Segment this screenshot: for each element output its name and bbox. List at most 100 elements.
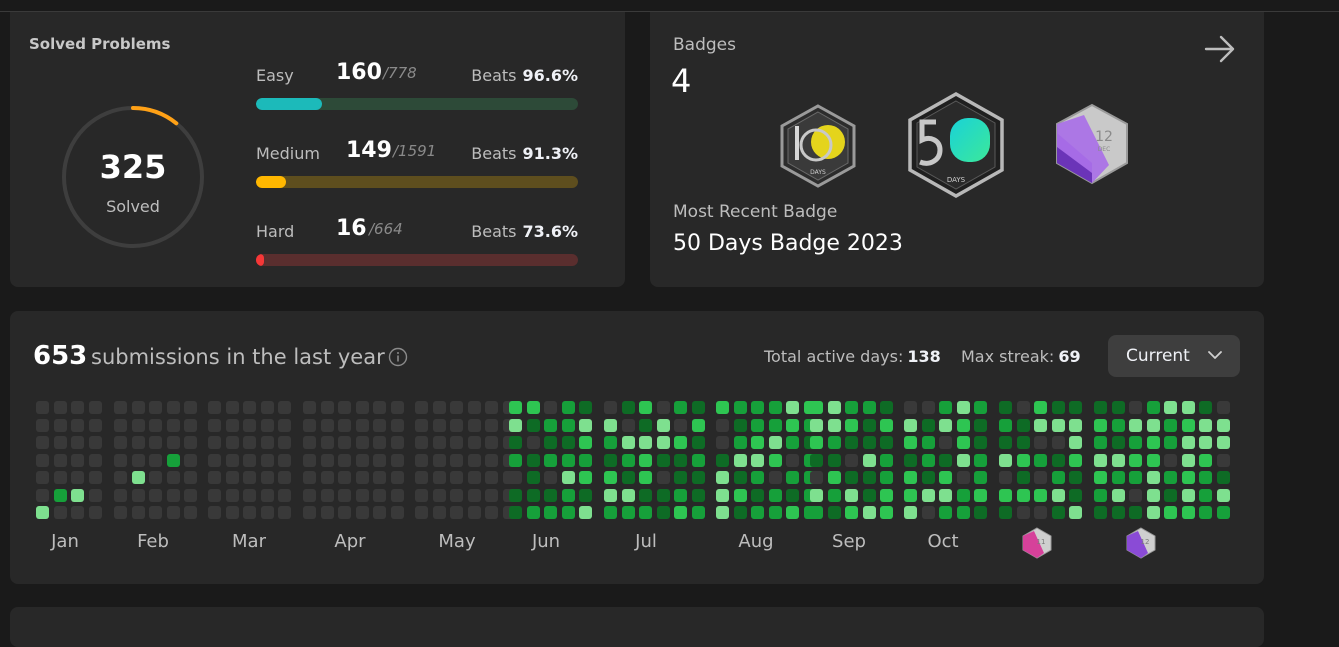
heatmap-cell[interactable] bbox=[71, 506, 84, 519]
heatmap-cell[interactable] bbox=[786, 488, 799, 502]
heatmap-cell[interactable] bbox=[1034, 401, 1047, 414]
heatmap-cell[interactable] bbox=[53, 488, 67, 502]
heatmap-cell[interactable] bbox=[166, 401, 180, 414]
heatmap-cell[interactable] bbox=[561, 418, 575, 432]
heatmap-cell[interactable] bbox=[691, 506, 705, 519]
heatmap-cell[interactable] bbox=[1034, 436, 1047, 449]
heatmap-cell[interactable] bbox=[1216, 506, 1230, 519]
heatmap-cell[interactable] bbox=[1216, 436, 1230, 449]
heatmap-cell[interactable] bbox=[373, 436, 386, 449]
heatmap-cell[interactable] bbox=[355, 436, 369, 449]
heatmap-cell[interactable] bbox=[880, 418, 893, 432]
heatmap-cell[interactable] bbox=[1111, 436, 1125, 449]
heatmap-cell[interactable] bbox=[184, 436, 197, 449]
heatmap-cell[interactable] bbox=[1146, 471, 1160, 484]
heatmap-cell[interactable] bbox=[904, 401, 917, 414]
heatmap-cell[interactable] bbox=[810, 506, 823, 519]
heatmap-cell[interactable] bbox=[243, 471, 256, 484]
heatmap-cell[interactable] bbox=[827, 418, 841, 432]
heatmap-cell[interactable] bbox=[88, 418, 102, 432]
heatmap-cell[interactable] bbox=[166, 453, 180, 467]
heatmap-cell[interactable] bbox=[1129, 436, 1142, 449]
heatmap-cell[interactable] bbox=[639, 436, 652, 449]
heatmap-cell[interactable] bbox=[355, 453, 369, 467]
heatmap-cell[interactable] bbox=[674, 488, 687, 502]
heatmap-cell[interactable] bbox=[921, 471, 935, 484]
heatmap-cell[interactable] bbox=[904, 488, 917, 502]
heatmap-cell[interactable] bbox=[751, 418, 764, 432]
heatmap-cell[interactable] bbox=[450, 506, 463, 519]
heatmap-cell[interactable] bbox=[862, 453, 876, 467]
heatmap-cell[interactable] bbox=[733, 471, 747, 484]
heatmap-cell[interactable] bbox=[415, 506, 428, 519]
heatmap-cell[interactable] bbox=[131, 418, 145, 432]
heatmap-cell[interactable] bbox=[1034, 453, 1047, 467]
heatmap-cell[interactable] bbox=[786, 418, 799, 432]
heatmap-cell[interactable] bbox=[1051, 401, 1065, 414]
heatmap-cell[interactable] bbox=[415, 453, 428, 467]
heatmap-cell[interactable] bbox=[225, 471, 239, 484]
heatmap-cell[interactable] bbox=[1069, 436, 1082, 449]
heatmap-cell[interactable] bbox=[390, 506, 404, 519]
heatmap-cell[interactable] bbox=[243, 453, 256, 467]
heatmap-cell[interactable] bbox=[88, 453, 102, 467]
heatmap-cell[interactable] bbox=[71, 453, 84, 467]
heatmap-cell[interactable] bbox=[243, 488, 256, 502]
heatmap-cell[interactable] bbox=[415, 401, 428, 414]
heatmap-cell[interactable] bbox=[845, 453, 858, 467]
heatmap-cell[interactable] bbox=[939, 401, 952, 414]
heatmap-cell[interactable] bbox=[845, 488, 858, 502]
heatmap-cell[interactable] bbox=[561, 436, 575, 449]
heatmap-cell[interactable] bbox=[131, 506, 145, 519]
heatmap-cell[interactable] bbox=[716, 471, 729, 484]
heatmap-cell[interactable] bbox=[208, 506, 221, 519]
heatmap-cell[interactable] bbox=[716, 488, 729, 502]
heatmap-cell[interactable] bbox=[149, 506, 162, 519]
heatmap-cell[interactable] bbox=[1129, 453, 1142, 467]
heatmap-cell[interactable] bbox=[114, 471, 127, 484]
heatmap-cell[interactable] bbox=[36, 453, 49, 467]
heatmap-cell[interactable] bbox=[131, 471, 145, 484]
heatmap-cell[interactable] bbox=[149, 488, 162, 502]
heatmap-cell[interactable] bbox=[184, 418, 197, 432]
heatmap-cell[interactable] bbox=[338, 488, 351, 502]
heatmap-cell[interactable] bbox=[880, 488, 893, 502]
heatmap-cell[interactable] bbox=[561, 506, 575, 519]
heatmap-cell[interactable] bbox=[921, 453, 935, 467]
heatmap-cell[interactable] bbox=[716, 453, 729, 467]
heatmap-cell[interactable] bbox=[1181, 471, 1195, 484]
heatmap-cell[interactable] bbox=[768, 488, 782, 502]
heatmap-cell[interactable] bbox=[561, 471, 575, 484]
heatmap-cell[interactable] bbox=[956, 418, 970, 432]
heatmap-cell[interactable] bbox=[36, 401, 49, 414]
heatmap-cell[interactable] bbox=[320, 453, 334, 467]
heatmap-cell[interactable] bbox=[604, 471, 617, 484]
heatmap-cell[interactable] bbox=[786, 471, 799, 484]
heatmap-cell[interactable] bbox=[1129, 506, 1142, 519]
heatmap-cell[interactable] bbox=[1094, 401, 1107, 414]
heatmap-cell[interactable] bbox=[338, 401, 351, 414]
heatmap-cell[interactable] bbox=[604, 418, 617, 432]
heatmap-cell[interactable] bbox=[786, 436, 799, 449]
heatmap-cell[interactable] bbox=[674, 401, 687, 414]
heatmap-cell[interactable] bbox=[751, 471, 764, 484]
heatmap-cell[interactable] bbox=[88, 436, 102, 449]
heatmap-cell[interactable] bbox=[999, 418, 1012, 432]
heatmap-cell[interactable] bbox=[1129, 418, 1142, 432]
heatmap-cell[interactable] bbox=[810, 401, 823, 414]
heatmap-cell[interactable] bbox=[904, 436, 917, 449]
heatmap-cell[interactable] bbox=[880, 471, 893, 484]
heatmap-cell[interactable] bbox=[243, 436, 256, 449]
heatmap-cell[interactable] bbox=[373, 471, 386, 484]
heatmap-cell[interactable] bbox=[604, 436, 617, 449]
heatmap-cell[interactable] bbox=[1016, 506, 1030, 519]
heatmap-cell[interactable] bbox=[656, 488, 670, 502]
mini-badge-icon[interactable]: 11 bbox=[1022, 527, 1052, 559]
heatmap-cell[interactable] bbox=[208, 418, 221, 432]
heatmap-cell[interactable] bbox=[639, 401, 652, 414]
heatmap-cell[interactable] bbox=[526, 471, 540, 484]
heatmap-cell[interactable] bbox=[751, 506, 764, 519]
heatmap-cell[interactable] bbox=[320, 506, 334, 519]
heatmap-cell[interactable] bbox=[1181, 506, 1195, 519]
heatmap-cell[interactable] bbox=[432, 488, 446, 502]
